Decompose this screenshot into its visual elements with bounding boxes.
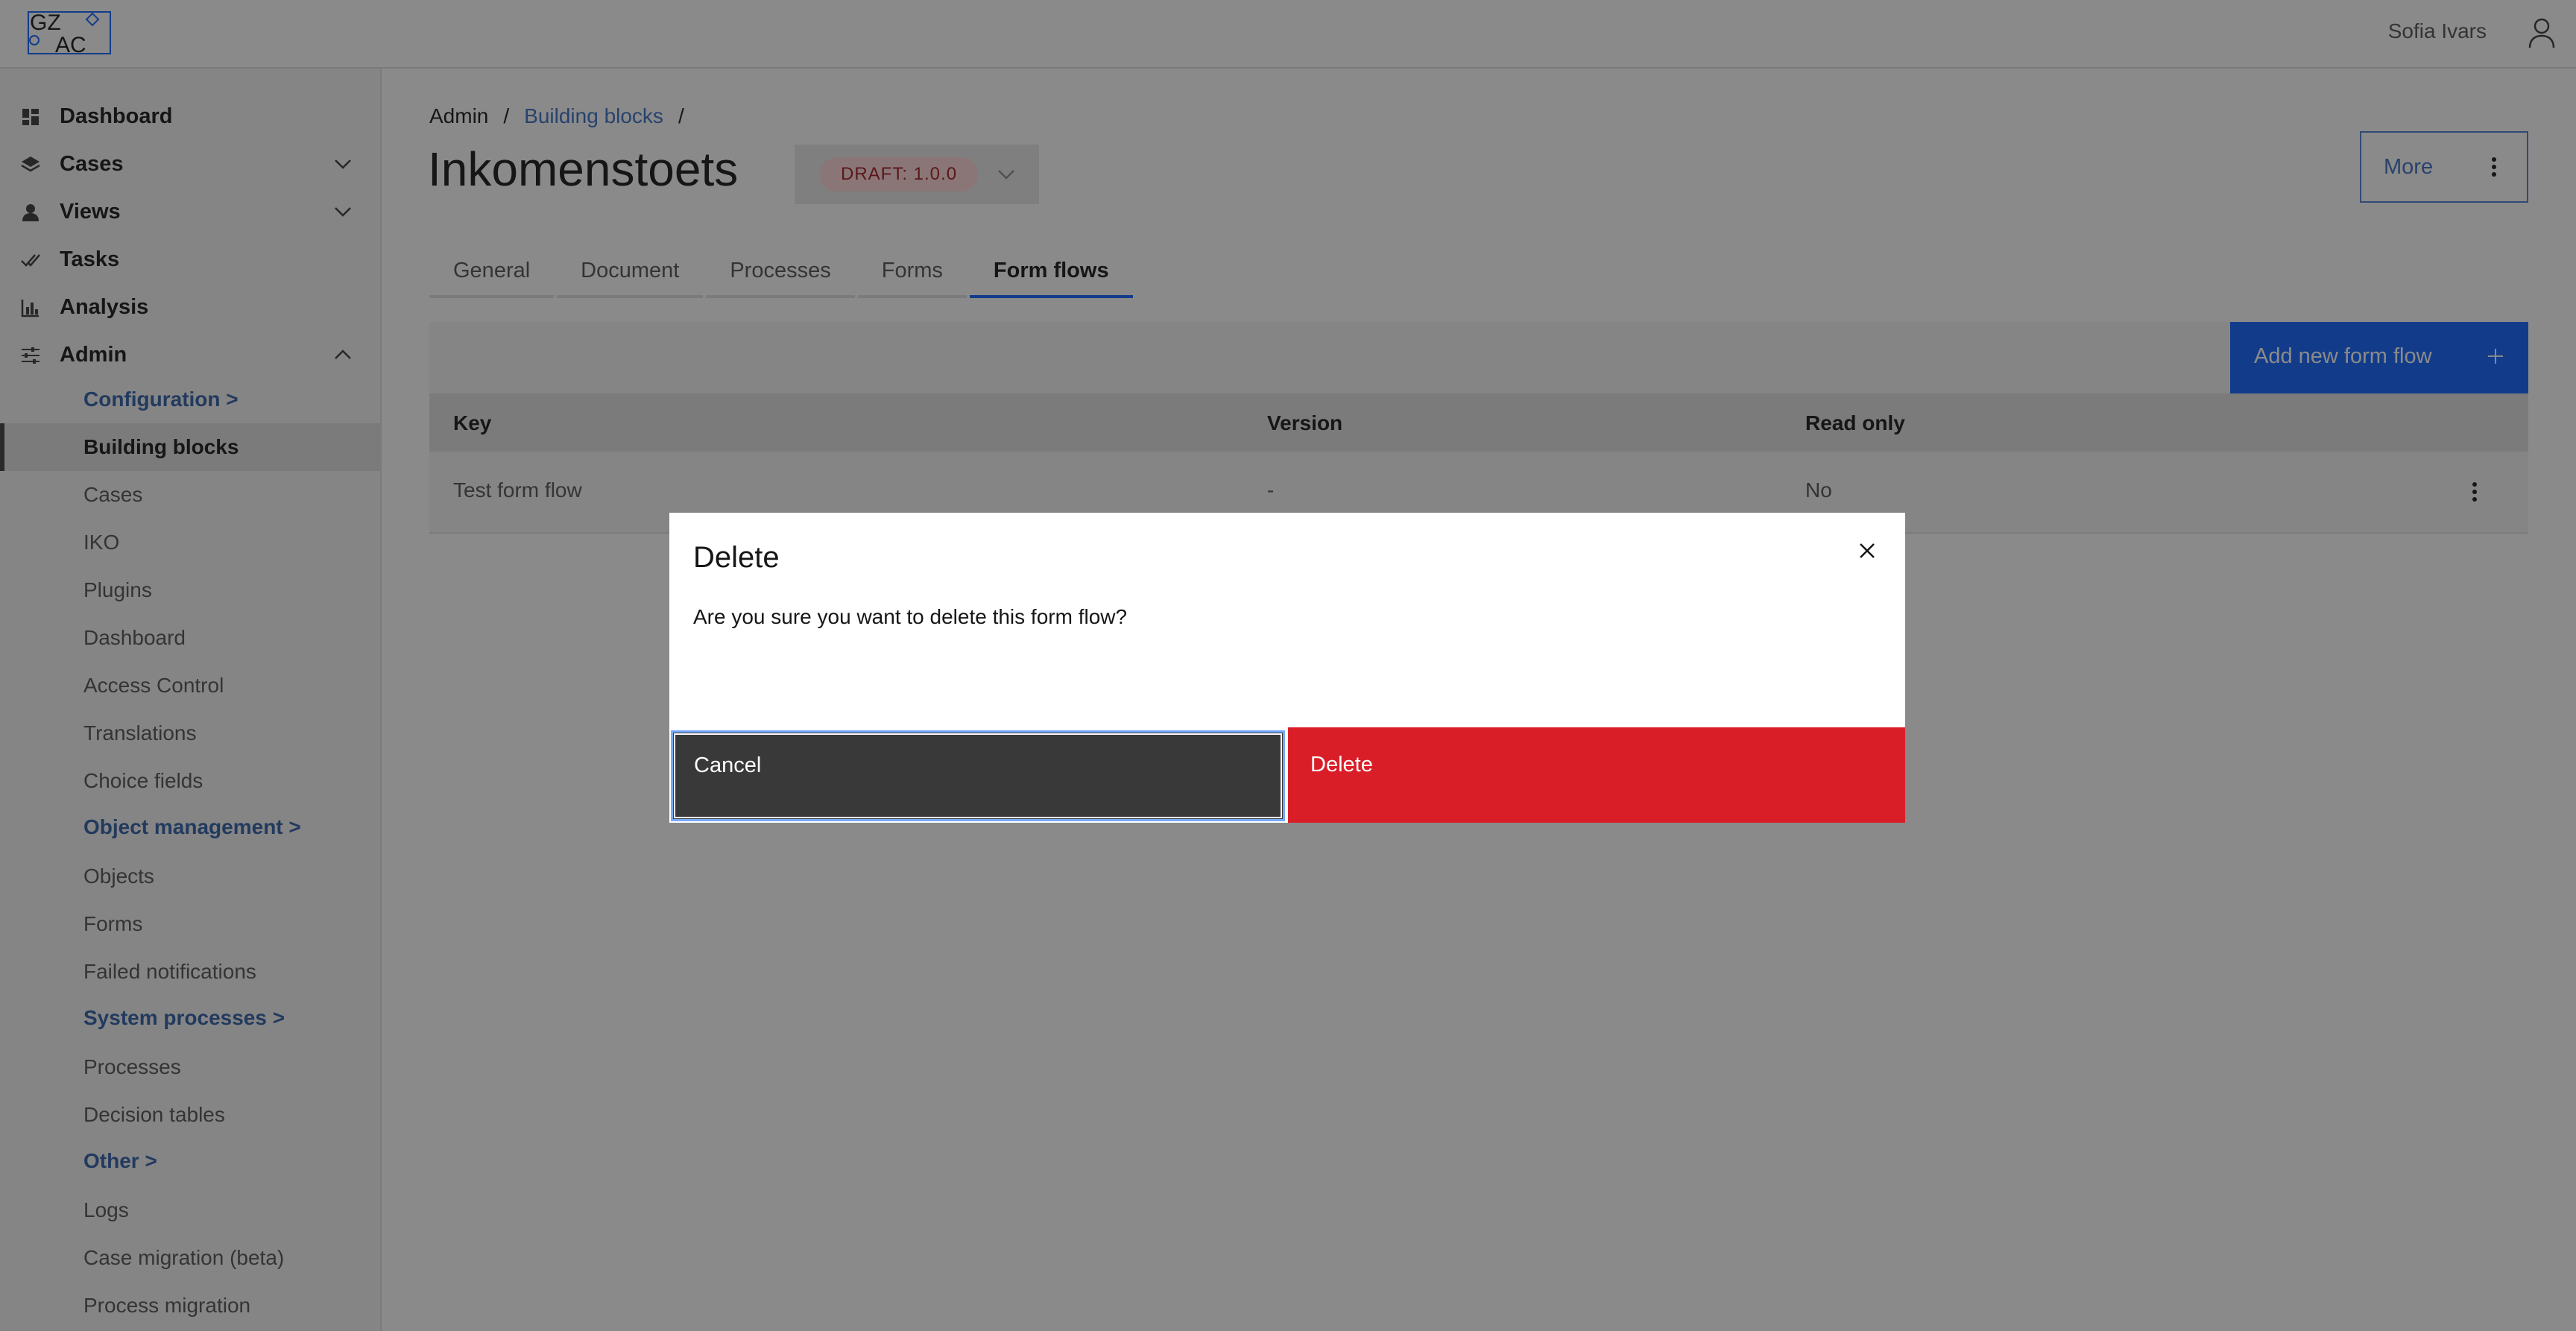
delete-button[interactable]: Delete: [1288, 727, 1905, 823]
cancel-button-label: Cancel: [694, 753, 762, 777]
delete-confirmation-modal: Delete Are you sure you want to delete t…: [669, 513, 1905, 823]
modal-body-text: Are you sure you want to delete this for…: [693, 605, 1128, 628]
close-icon[interactable]: [1856, 540, 1878, 562]
modal-title: Delete: [693, 541, 780, 574]
delete-button-label: Delete: [1310, 753, 1373, 777]
cancel-button[interactable]: Cancel: [671, 730, 1285, 821]
